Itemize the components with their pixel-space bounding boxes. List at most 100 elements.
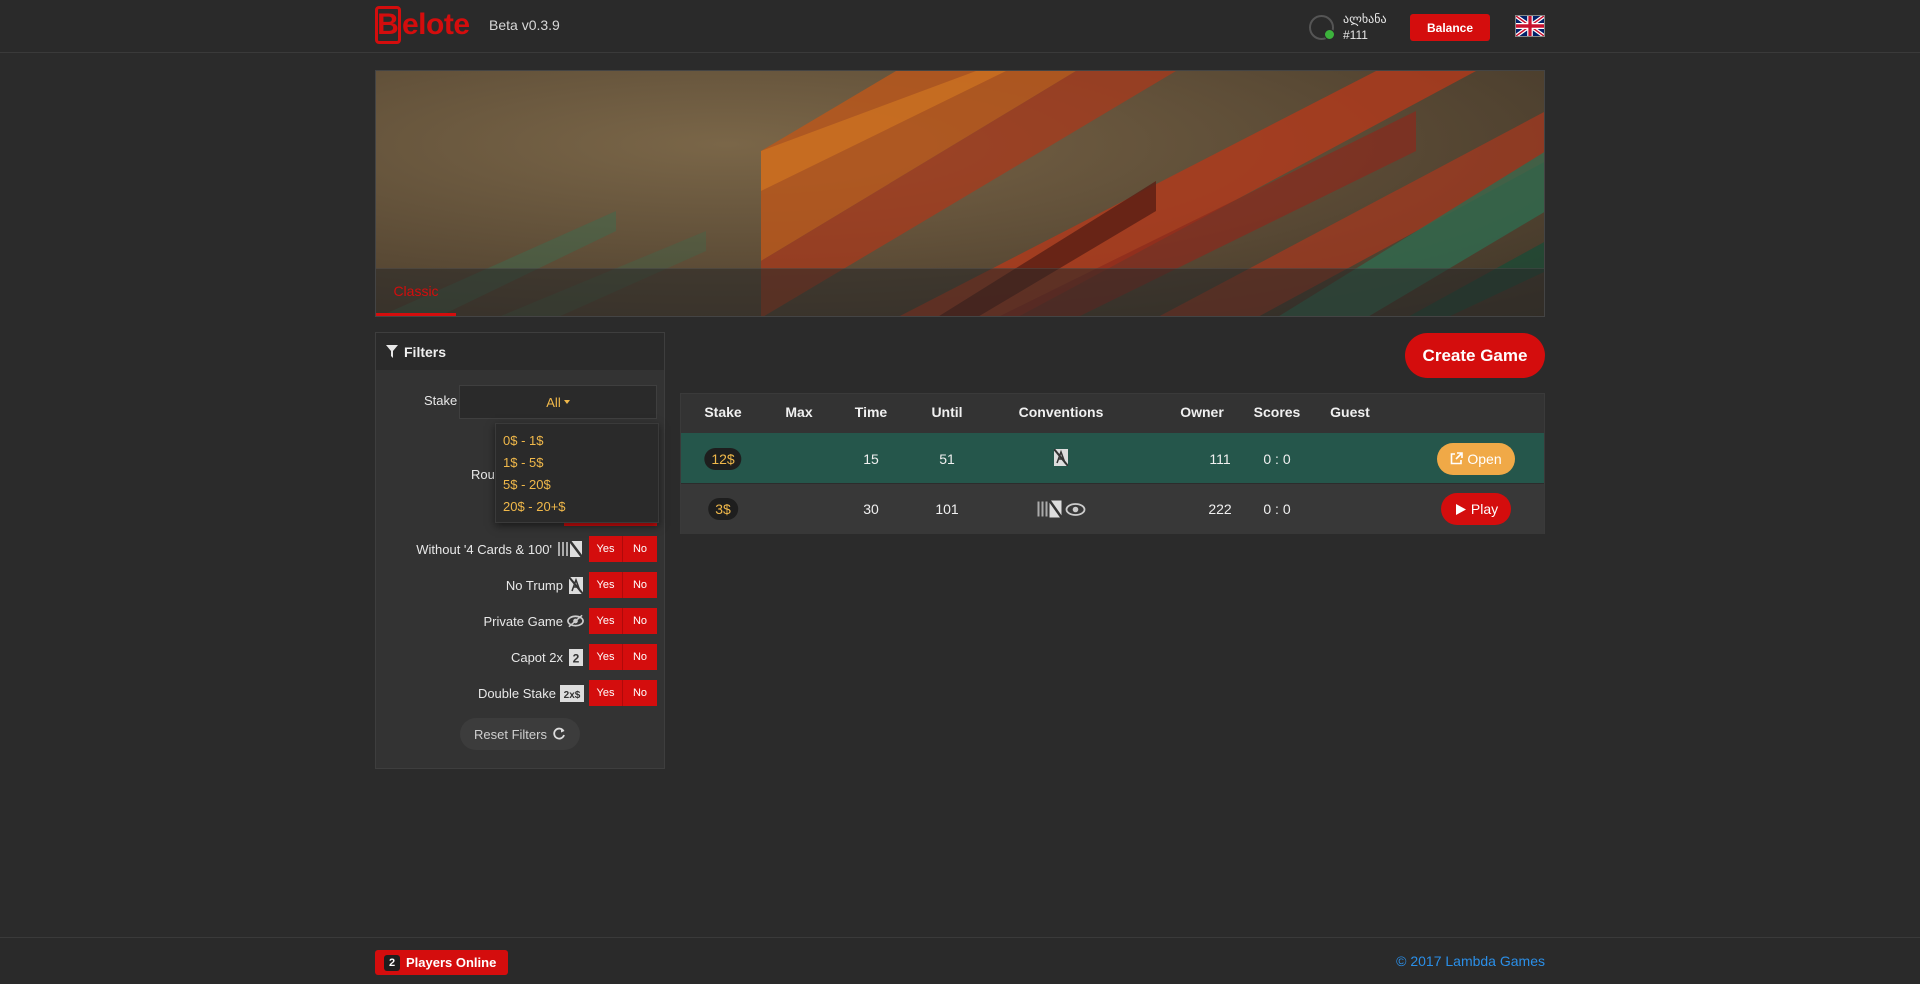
column-header[interactable]: Stake xyxy=(704,404,741,420)
filter-row-no-four-cards: Without '4 Cards & 100' Yes No xyxy=(416,536,657,562)
capot-2x-icon: 2 xyxy=(567,648,584,666)
action-cell: Play xyxy=(1441,493,1511,525)
stake-option[interactable]: 1$ - 5$ xyxy=(503,452,651,474)
external-link-icon xyxy=(1451,452,1464,465)
logo-text: elote xyxy=(402,8,470,41)
svg-text:2x$: 2x$ xyxy=(564,690,581,701)
stake-label: Stake xyxy=(424,393,458,408)
filter-row-capot-2x: Capot 2x 2 Yes No xyxy=(511,644,657,670)
yes-no-toggle: Yes No xyxy=(589,644,657,670)
chevron-down-icon xyxy=(563,400,570,404)
play-label: Play xyxy=(1470,501,1499,517)
filter-row-no-trump: No Trump Yes No xyxy=(506,572,657,598)
column-header[interactable]: Until xyxy=(931,404,962,420)
stake-select[interactable]: All xyxy=(459,385,657,419)
filters-title: Filters xyxy=(404,343,447,360)
filter-label: Double Stake xyxy=(477,685,556,701)
filter-icon xyxy=(386,345,398,358)
stake-option[interactable]: 20$ - 20+$ xyxy=(503,496,651,518)
yes-button[interactable]: Yes xyxy=(589,680,623,706)
owner-cell: 222 xyxy=(1208,501,1232,517)
filter-label: Capot 2x xyxy=(510,649,563,665)
stake-option[interactable]: 0$ - 1$ xyxy=(503,430,651,452)
no-four-cards-icon xyxy=(556,541,584,558)
no-button[interactable]: No xyxy=(623,680,657,706)
uk-flag-icon[interactable] xyxy=(1514,14,1546,38)
filter-label: Private Game xyxy=(483,613,563,629)
no-trump-icon xyxy=(1053,447,1069,467)
play-icon xyxy=(1455,503,1466,515)
conventions-cell xyxy=(1053,447,1069,469)
filter-label: Without '4 Cards & 100' xyxy=(416,541,552,557)
open-game-button[interactable]: Open xyxy=(1437,442,1515,475)
no-button[interactable]: No xyxy=(623,644,657,670)
online-count: 2 xyxy=(384,954,400,971)
until-cell: 51 xyxy=(939,450,955,467)
scores-cell: 0 : 0 xyxy=(1263,501,1291,517)
table-header: Stake Max Time Until Conventions Owner S… xyxy=(681,394,1544,432)
version-label: Beta v0.3.9 xyxy=(489,17,560,33)
round-toggle-edge xyxy=(564,523,657,526)
conventions-cell xyxy=(1037,500,1086,518)
no-button[interactable]: No xyxy=(623,536,657,562)
online-label: Players Online xyxy=(406,955,497,970)
until-cell: 101 xyxy=(935,501,959,517)
scores-cell: 0 : 0 xyxy=(1263,450,1291,467)
game-mode-tabs: Classic xyxy=(376,268,1544,316)
footer: 2 Players Online © 2017 Lambda Games xyxy=(0,937,1920,984)
column-header[interactable]: Conventions xyxy=(1019,404,1104,420)
column-header[interactable]: Max xyxy=(785,404,812,420)
table-row[interactable]: 3$ 30 101 222 0 : 0 Play xyxy=(681,483,1544,534)
no-four-cards-icon xyxy=(1037,500,1063,518)
stake-selected-value: All xyxy=(546,394,561,410)
yes-button[interactable]: Yes xyxy=(589,644,623,670)
tab-classic[interactable]: Classic xyxy=(376,268,456,316)
column-header[interactable]: Time xyxy=(855,404,887,420)
filters-header: Filters xyxy=(376,333,664,370)
owner-cell: 111 xyxy=(1209,450,1231,467)
belote-logo[interactable]: B elote xyxy=(375,6,470,44)
eye-slash-icon xyxy=(567,613,584,630)
yes-no-toggle: Yes No xyxy=(589,572,657,598)
time-cell: 30 xyxy=(863,501,879,517)
players-online-badge[interactable]: 2 Players Online xyxy=(375,950,508,975)
balance-button[interactable]: Balance xyxy=(1410,14,1490,41)
stake-option[interactable]: 5$ - 20$ xyxy=(503,474,651,496)
yes-no-toggle: Yes No xyxy=(589,608,657,634)
stake-cell: 3$ xyxy=(708,498,738,520)
top-header: B elote Beta v0.3.9 ალხანა #111 Balance xyxy=(0,0,1920,53)
create-game-button[interactable]: Create Game xyxy=(1405,333,1545,378)
action-cell: Open xyxy=(1437,442,1515,475)
reset-filters-button[interactable]: Reset Filters xyxy=(460,718,580,750)
column-header[interactable]: Scores xyxy=(1254,404,1301,420)
play-game-button[interactable]: Play xyxy=(1441,493,1511,525)
user-id: #111 xyxy=(1343,28,1368,42)
time-cell: 15 xyxy=(863,450,879,467)
table-row[interactable]: 12$ 15 51 111 0 : 0 Open xyxy=(681,433,1544,484)
open-label: Open xyxy=(1467,450,1502,467)
filter-row-double-stake: Double Stake 2x$ Yes No xyxy=(478,680,657,706)
svg-text:2: 2 xyxy=(572,651,579,665)
filter-row-private-game: Private Game Yes No xyxy=(484,608,657,634)
user-profile[interactable]: ალხანა #111 xyxy=(1309,11,1387,43)
column-header[interactable]: Guest xyxy=(1330,404,1370,420)
yes-button[interactable]: Yes xyxy=(589,608,623,634)
no-button[interactable]: No xyxy=(623,608,657,634)
yes-no-toggle: Yes No xyxy=(589,680,657,706)
no-button[interactable]: No xyxy=(623,572,657,598)
yes-no-toggle: Yes No xyxy=(589,536,657,562)
filter-label: No Trump xyxy=(505,577,563,593)
logo-letter-b: B xyxy=(375,6,401,44)
games-table: Stake Max Time Until Conventions Owner S… xyxy=(680,393,1545,534)
column-header[interactable]: Owner xyxy=(1180,404,1224,420)
stake-badge: 12$ xyxy=(704,447,742,470)
copyright-link[interactable]: © 2017 Lambda Games xyxy=(1396,953,1545,969)
yes-button[interactable]: Yes xyxy=(589,572,623,598)
user-name: ალხანა xyxy=(1343,12,1387,26)
hero-banner: Classic xyxy=(375,70,1545,317)
reset-filters-label: Reset Filters xyxy=(474,726,547,742)
stake-dropdown-menu: 0$ - 1$ 1$ - 5$ 5$ - 20$ 20$ - 20+$ xyxy=(495,423,659,523)
yes-button[interactable]: Yes xyxy=(589,536,623,562)
double-stake-icon: 2x$ xyxy=(560,684,584,702)
stake-badge: 3$ xyxy=(708,498,738,520)
